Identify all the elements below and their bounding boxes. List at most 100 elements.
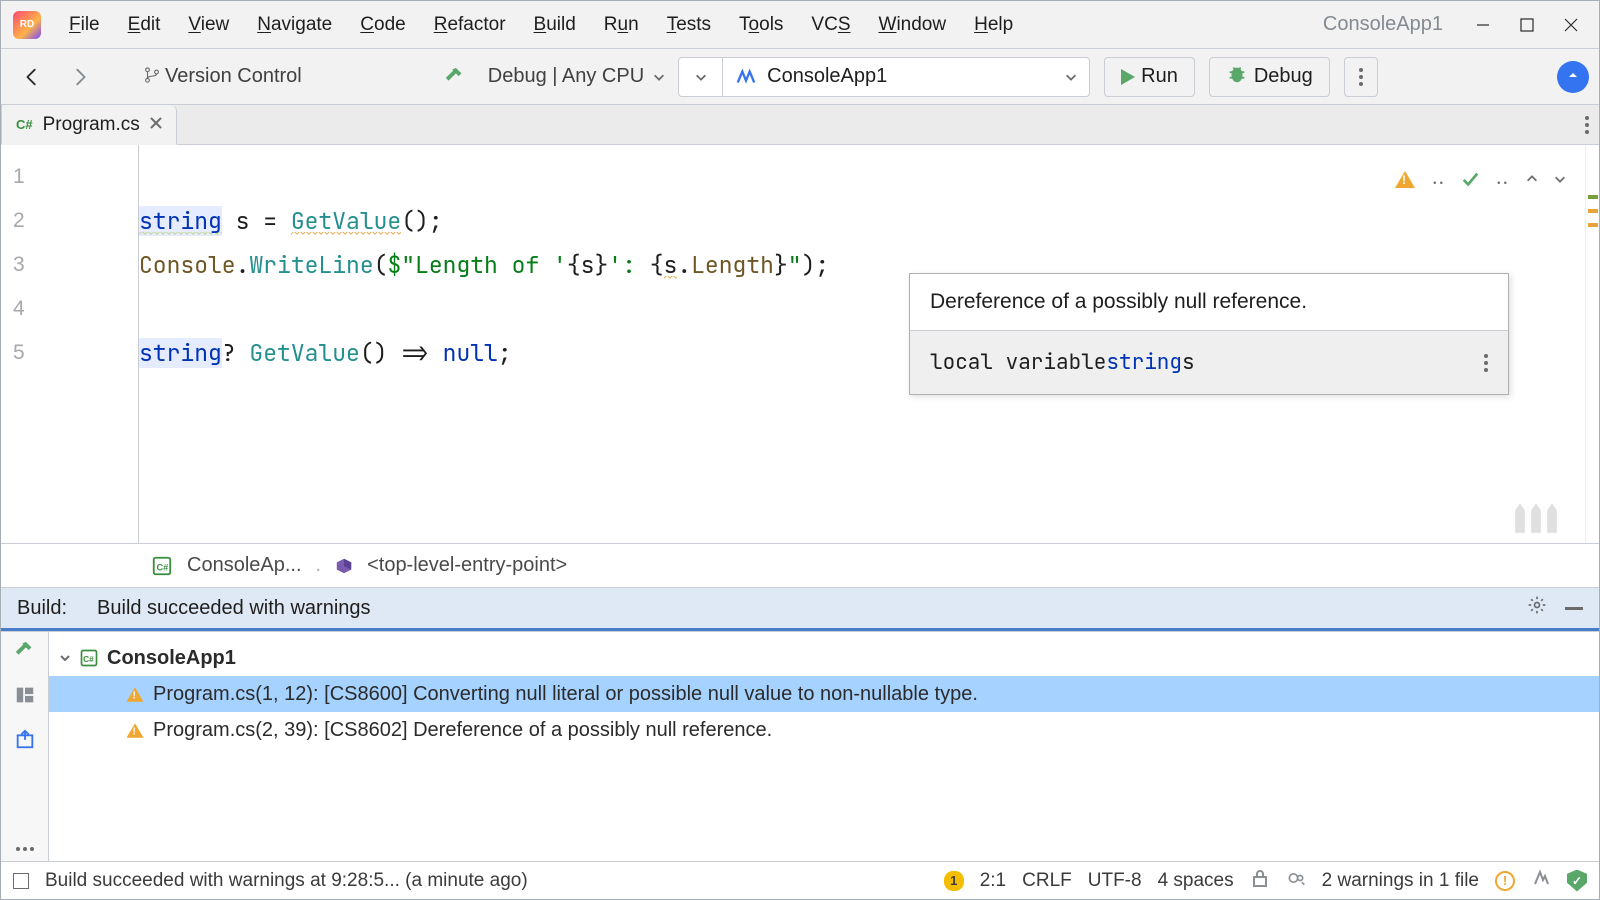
line-number: 5: [1, 331, 138, 375]
nav-back-button[interactable]: [11, 58, 53, 96]
trusted-icon[interactable]: [1567, 870, 1587, 892]
inspections-summary[interactable]: 2 warnings in 1 file: [1322, 870, 1479, 892]
svg-text:C#: C#: [157, 562, 169, 572]
tree-warning-row[interactable]: Program.cs(1, 12): [CS8600] Converting n…: [49, 676, 1599, 712]
indent-setting[interactable]: 4 spaces: [1158, 870, 1234, 892]
line-separator[interactable]: CRLF: [1022, 870, 1072, 892]
check-icon: [1461, 170, 1479, 188]
tree-warning-row[interactable]: Program.cs(2, 39): [CS8602] Dereference …: [49, 712, 1599, 748]
build-hammer-button[interactable]: [14, 640, 36, 666]
menu-tests[interactable]: Tests: [653, 8, 725, 42]
problems-ring-icon[interactable]: [1495, 871, 1515, 891]
hide-panel-button[interactable]: [1565, 607, 1583, 610]
lock-icon[interactable]: [1250, 868, 1270, 894]
run-config-selector[interactable]: Debug | Any CPU: [488, 65, 666, 88]
main-toolbar: Version Control Debug | Any CPU ConsoleA…: [1, 49, 1599, 105]
file-encoding[interactable]: UTF-8: [1088, 870, 1142, 892]
notifications-badge[interactable]: 1: [944, 871, 964, 891]
debug-label: Debug: [1254, 65, 1313, 88]
cube-icon: [335, 557, 353, 575]
menu-refactor[interactable]: Refactor: [420, 8, 520, 42]
menu-edit[interactable]: Edit: [114, 8, 175, 42]
debug-button[interactable]: Debug: [1209, 57, 1330, 97]
menu-code[interactable]: Code: [346, 8, 419, 42]
tool-windows-button[interactable]: [13, 873, 29, 889]
code-with-me-button[interactable]: [1557, 61, 1589, 93]
warning-text: Program.cs(2, 39): [CS8602] Dereference …: [153, 719, 772, 742]
inspections-widget[interactable]: .. ..: [1395, 157, 1567, 201]
gear-icon[interactable]: [1527, 595, 1547, 621]
menu-run[interactable]: Run: [590, 8, 653, 42]
crumb-project[interactable]: ConsoleAp...: [187, 554, 302, 577]
caret-position[interactable]: 2:1: [980, 870, 1006, 892]
crumb-entry[interactable]: <top-level-entry-point>: [367, 554, 567, 577]
run-config-label: Debug | Any CPU: [488, 65, 644, 88]
menu-window[interactable]: Window: [865, 8, 961, 42]
tooltip-detail: local variable string s: [910, 331, 1508, 394]
more-vert-icon: [1359, 68, 1363, 86]
tab-more-icon[interactable]: [1585, 116, 1589, 134]
gutter[interactable]: 1 2 3 4 5: [1, 145, 139, 543]
run-button[interactable]: Run: [1104, 57, 1195, 97]
arrow-up-icon: [1565, 69, 1581, 85]
app-icon: [13, 11, 41, 39]
export-button[interactable]: [14, 728, 36, 754]
editor-tabs: C# Program.cs: [1, 105, 1599, 145]
line-number: 2: [1, 199, 138, 243]
csharp-project-icon: C#: [79, 648, 99, 668]
window-title: ConsoleApp1: [1323, 13, 1443, 36]
warning-text: Program.cs(1, 12): [CS8600] Converting n…: [153, 683, 978, 706]
memory-icon[interactable]: [1531, 868, 1551, 894]
menu-tools[interactable]: Tools: [725, 8, 797, 42]
minimize-button[interactable]: [1461, 1, 1505, 49]
vcs-label: Version Control: [165, 65, 302, 88]
dotnet-icon: [735, 66, 757, 88]
chevron-down-icon: [652, 70, 666, 84]
more-actions-button[interactable]: [1344, 57, 1378, 97]
tooltip-more-button[interactable]: [1484, 354, 1488, 372]
project-dropdown-button[interactable]: [1053, 70, 1089, 84]
project-selector[interactable]: ConsoleApp1: [678, 57, 1090, 97]
nav-forward-button[interactable]: [59, 58, 101, 96]
tree-root[interactable]: C# ConsoleApp1: [49, 640, 1599, 676]
menu-build[interactable]: Build: [520, 8, 590, 42]
project-dropdown-split[interactable]: [679, 58, 723, 96]
reader-mode-icon[interactable]: [1286, 868, 1306, 894]
menu-file[interactable]: File: [55, 8, 114, 42]
project-name: ConsoleApp1: [767, 65, 887, 88]
run-label: Run: [1141, 65, 1178, 88]
close-button[interactable]: [1549, 1, 1593, 49]
code-area[interactable]: string s = GetValue(); Console.WriteLine…: [139, 145, 1585, 543]
layout-button[interactable]: [14, 684, 36, 710]
status-bar: Build succeeded with warnings at 9:28:5.…: [1, 861, 1599, 899]
tab-label: Program.cs: [43, 114, 140, 136]
build-tool-column: [1, 632, 49, 861]
build-tree[interactable]: C# ConsoleApp1 Program.cs(1, 12): [CS860…: [49, 632, 1599, 861]
editor: 1 2 3 4 5 string s = GetValue(); Console…: [1, 145, 1599, 543]
vcs-widget[interactable]: Version Control: [133, 58, 312, 96]
menu-help[interactable]: Help: [960, 8, 1027, 42]
svg-text:C#: C#: [83, 654, 94, 664]
hector-icon[interactable]: [1513, 503, 1559, 533]
chevron-down-icon: [694, 70, 708, 84]
chevron-up-icon[interactable]: [1525, 172, 1539, 186]
tab-close-button[interactable]: [150, 116, 162, 133]
line-number: 1: [1, 155, 138, 199]
build-button[interactable]: [434, 58, 476, 96]
ide-window: File Edit View Navigate Code Refactor Bu…: [0, 0, 1600, 900]
menu-view[interactable]: View: [174, 8, 243, 42]
csharp-file-icon: C#: [151, 555, 173, 577]
tree-root-label: ConsoleApp1: [107, 647, 236, 670]
warning-icon: [127, 723, 144, 737]
chevron-down-icon[interactable]: [1553, 172, 1567, 186]
maximize-button[interactable]: [1505, 1, 1549, 49]
error-stripe[interactable]: [1585, 145, 1599, 543]
branch-icon: [143, 66, 161, 88]
menu-navigate[interactable]: Navigate: [243, 8, 346, 42]
more-tools-button[interactable]: [16, 847, 34, 851]
menu-vcs[interactable]: VCS: [797, 8, 864, 42]
inspection-tooltip: Dereference of a possibly null reference…: [909, 273, 1509, 395]
build-label: Build:: [17, 597, 67, 620]
tab-program-cs[interactable]: C# Program.cs: [1, 105, 177, 145]
csharp-icon: C#: [16, 117, 33, 132]
